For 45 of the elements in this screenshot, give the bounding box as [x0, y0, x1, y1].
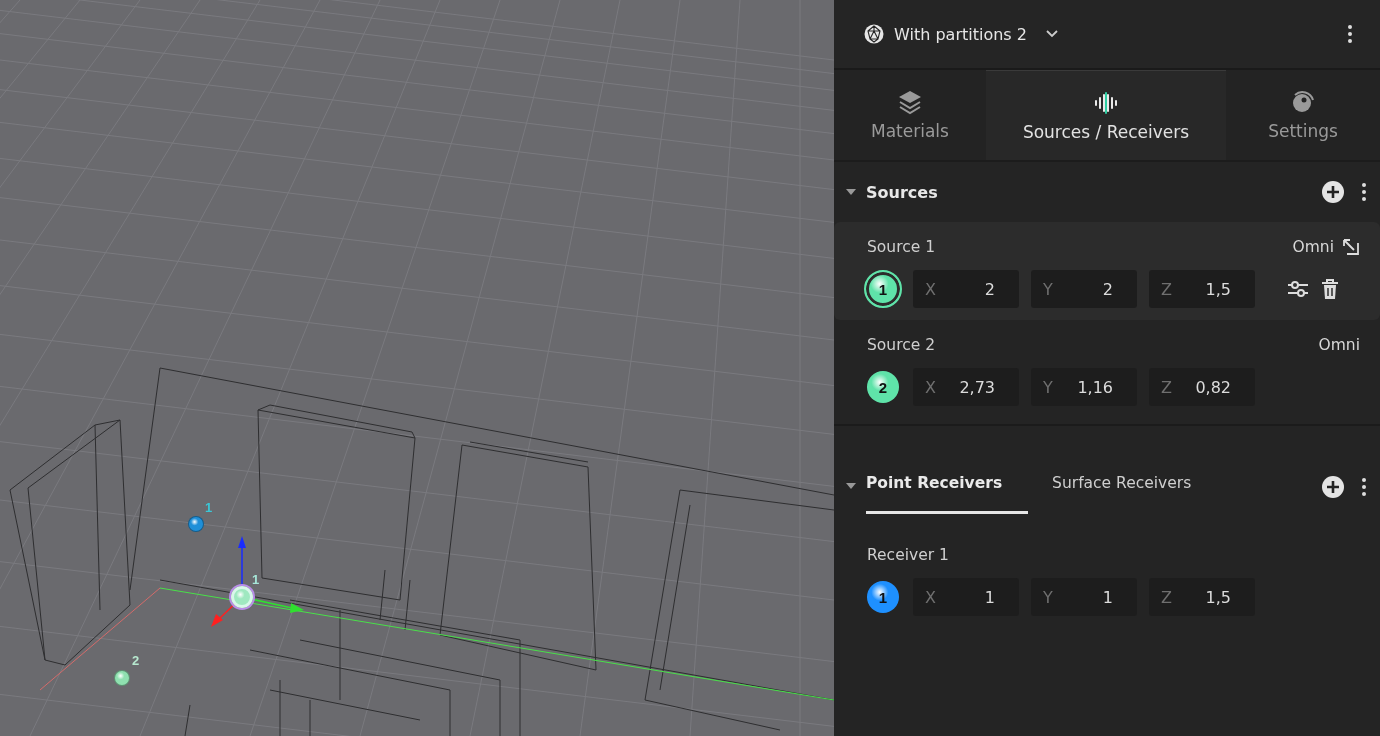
section-title: Sources [866, 182, 938, 202]
marker-sphere[interactable] [188, 516, 204, 532]
add-icon[interactable] [1322, 476, 1344, 498]
gizmo-drawing[interactable] [211, 536, 304, 627]
source-card[interactable]: Source 1 Omni 1 X 2 Y 2 Z 1,5 [834, 222, 1380, 320]
source-type: Omni [1318, 336, 1360, 354]
marker-label: 1 [252, 572, 260, 587]
item-name: Source 1 [867, 238, 936, 256]
coordinate-field[interactable]: X 2 [913, 270, 1019, 308]
tab[interactable]: Surface Receivers [1052, 454, 1192, 514]
sliders-icon[interactable] [1287, 279, 1309, 299]
sound-wave-icon [1093, 89, 1119, 116]
more-icon[interactable] [1362, 183, 1366, 201]
item-name: Source 2 [867, 336, 936, 354]
marker-label: 2 [132, 653, 140, 668]
knob-icon [1290, 89, 1316, 115]
tab[interactable]: Point Receivers [866, 454, 1029, 514]
coordinate-field[interactable]: Z 1,5 [1149, 578, 1255, 616]
polyhedron-icon [864, 24, 884, 44]
expand-icon[interactable] [1342, 238, 1360, 256]
coordinate-field[interactable]: Y 1,16 [1031, 368, 1137, 406]
more-icon[interactable] [1362, 478, 1366, 496]
caret-icon[interactable] [846, 483, 856, 489]
marker-label: 1 [205, 500, 213, 515]
number-badge: 2 [867, 371, 899, 403]
source-type: Omni [1292, 238, 1334, 256]
caret-icon[interactable] [846, 189, 856, 195]
source-card[interactable]: Source 2 Omni 2 X 2,73 Y 1,16 Z 0,82 [834, 320, 1380, 418]
add-icon[interactable] [1322, 181, 1344, 203]
coordinate-field[interactable]: Y 2 [1031, 270, 1137, 308]
tab[interactable]: Sources / Receivers [986, 70, 1226, 160]
coordinate-field[interactable]: Y 1 [1031, 578, 1137, 616]
number-badge: 1 [864, 270, 902, 308]
more-icon[interactable] [1348, 25, 1352, 43]
number-badge: 1 [867, 581, 899, 613]
layers-icon [897, 89, 923, 115]
marker-sphere[interactable] [114, 670, 130, 686]
project-dropdown[interactable]: With partitions 2 [864, 24, 1059, 44]
trash-icon[interactable] [1321, 279, 1339, 299]
coordinate-field[interactable]: X 1 [913, 578, 1019, 616]
coordinate-field[interactable]: Z 0,82 [1149, 368, 1255, 406]
coordinate-field[interactable]: Z 1,5 [1149, 270, 1255, 308]
source-card[interactable]: Receiver 1 1 X 1 Y 1 Z 1,5 [834, 530, 1380, 628]
item-name: Receiver 1 [867, 546, 949, 564]
coordinate-field[interactable]: X 2,73 [913, 368, 1019, 406]
